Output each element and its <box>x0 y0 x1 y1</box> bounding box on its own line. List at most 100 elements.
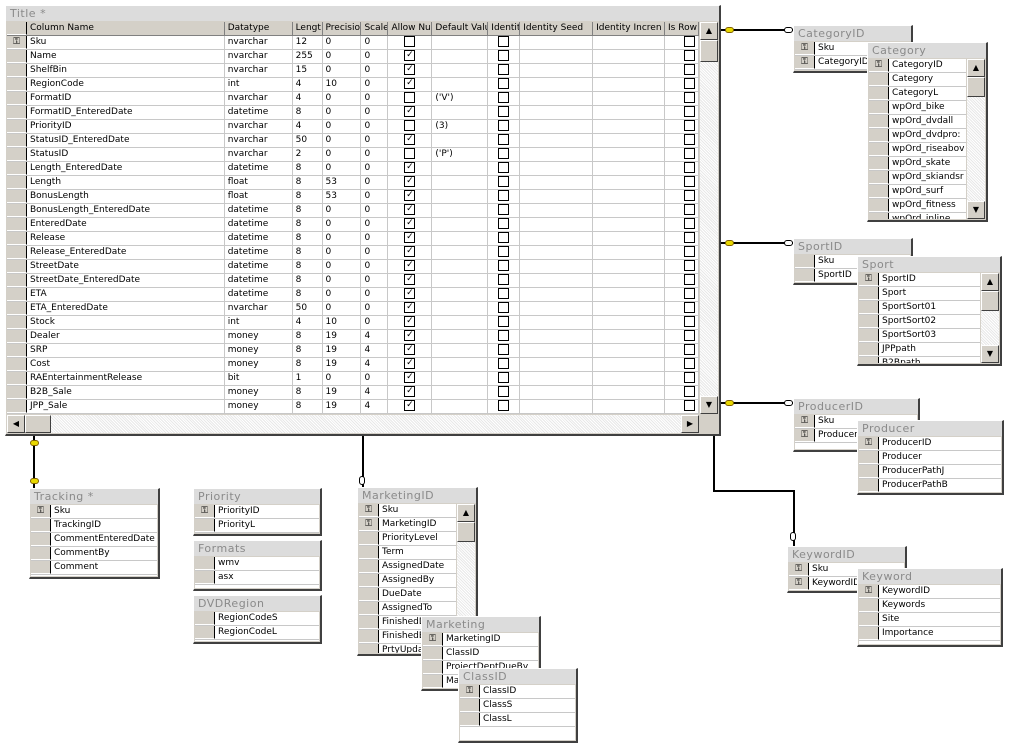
cell-identity[interactable] <box>488 400 521 413</box>
cell-identity-seed[interactable] <box>520 162 594 175</box>
rowguid-checkbox[interactable] <box>684 176 695 187</box>
column-row[interactable]: wpOrd_surf <box>869 185 966 199</box>
cell-precision[interactable]: 19 <box>323 330 362 343</box>
cell-identity-seed[interactable] <box>520 358 594 371</box>
column-name[interactable]: MarketingID <box>443 633 538 646</box>
column-name[interactable]: wpOrd_skiandsr <box>889 171 966 184</box>
table-row[interactable]: Name nvarchar 255 0 0 ✓ <box>7 50 699 64</box>
row-selector[interactable] <box>423 647 443 660</box>
column-name[interactable]: Comment <box>51 561 157 574</box>
scroll-down-button[interactable]: ▼ <box>981 345 999 363</box>
allow-nulls-checkbox[interactable] <box>404 92 416 103</box>
table-classid[interactable]: ClassID ⚿ ClassID ClassS ClassL <box>458 668 578 743</box>
cell-scale[interactable]: 0 <box>361 260 389 273</box>
cell-datatype[interactable]: datetime <box>225 260 293 273</box>
identity-checkbox[interactable] <box>498 218 510 229</box>
cell-default[interactable] <box>432 218 489 231</box>
row-selector[interactable] <box>460 699 480 712</box>
cell-name[interactable]: Cost <box>27 358 225 371</box>
cell-scale[interactable]: 4 <box>361 330 389 343</box>
cell-is-rowguid[interactable] <box>665 218 699 231</box>
cell-scale[interactable]: 4 <box>361 386 389 399</box>
row-selector[interactable]: ⚿ <box>859 437 879 450</box>
column-name[interactable]: wpOrd_bike <box>889 101 966 114</box>
cell-datatype[interactable]: datetime <box>225 162 293 175</box>
column-name[interactable]: PriorityLevel <box>379 532 456 545</box>
cell-allow-nulls[interactable]: ✓ <box>388 218 433 231</box>
cell-allow-nulls[interactable]: ✓ <box>388 386 433 399</box>
cell-precision[interactable]: 0 <box>323 106 362 119</box>
cell-is-rowguid[interactable] <box>665 330 699 343</box>
table-title-header[interactable]: Title * <box>6 6 719 21</box>
allow-nulls-checkbox[interactable]: ✓ <box>404 358 416 369</box>
cell-default[interactable] <box>432 274 489 287</box>
cell-datatype[interactable]: money <box>225 330 293 343</box>
cell-precision[interactable]: 0 <box>323 162 362 175</box>
table-tracking[interactable]: Tracking * ⚿ Sku TrackingID CommentEnteredD… <box>29 488 160 579</box>
row-selector[interactable] <box>869 171 889 184</box>
cell-precision[interactable]: 0 <box>323 64 362 77</box>
cell-identity[interactable] <box>488 106 521 119</box>
allow-nulls-checkbox[interactable]: ✓ <box>404 204 416 215</box>
column-name[interactable]: ClassL <box>480 713 575 726</box>
scroll-up-button[interactable]: ▲ <box>981 273 999 291</box>
cell-default[interactable] <box>432 190 489 203</box>
column-name[interactable]: ClassID <box>443 647 538 660</box>
row-selector[interactable] <box>31 547 51 560</box>
cell-default[interactable] <box>432 246 489 259</box>
row-selector[interactable] <box>7 330 27 343</box>
identity-checkbox[interactable] <box>498 316 510 327</box>
row-selector[interactable]: ⚿ <box>859 273 879 286</box>
cell-default[interactable] <box>432 232 489 245</box>
identity-checkbox[interactable] <box>498 386 510 397</box>
cell-name[interactable]: StatusID <box>27 148 225 161</box>
cell-identity-increment[interactable] <box>593 134 666 147</box>
cell-length[interactable]: 8 <box>293 162 323 175</box>
column-row[interactable]: CommentBy <box>31 547 157 561</box>
cell-precision[interactable]: 0 <box>323 204 362 217</box>
allow-nulls-checkbox[interactable]: ✓ <box>404 316 416 327</box>
cell-identity[interactable] <box>488 204 521 217</box>
cell-scale[interactable]: 0 <box>361 120 389 133</box>
cell-datatype[interactable]: int <box>225 316 293 329</box>
table-row[interactable]: ⚿ Sku nvarchar 12 0 0 <box>7 36 699 50</box>
cell-identity-increment[interactable] <box>593 260 666 273</box>
cell-identity-increment[interactable] <box>593 372 666 385</box>
cell-scale[interactable]: 0 <box>361 162 389 175</box>
table-title[interactable]: CategoryID <box>794 26 911 41</box>
cell-datatype[interactable]: nvarchar <box>225 50 293 63</box>
column-name[interactable]: Importance <box>879 627 1000 640</box>
allow-nulls-checkbox[interactable]: ✓ <box>404 78 416 89</box>
rowguid-checkbox[interactable] <box>684 288 695 299</box>
cell-length[interactable]: 8 <box>293 204 323 217</box>
column-row[interactable]: wpOrd_dvdall <box>869 115 966 129</box>
row-selector[interactable] <box>359 546 379 559</box>
row-selector[interactable] <box>7 260 27 273</box>
cell-identity-seed[interactable] <box>520 78 594 91</box>
row-selector[interactable] <box>859 451 879 464</box>
cell-is-rowguid[interactable] <box>665 134 699 147</box>
row-selector[interactable] <box>795 255 815 268</box>
column-name[interactable]: wpOrd_dvdall <box>889 115 966 128</box>
cell-identity[interactable] <box>488 344 521 357</box>
cell-precision[interactable]: 19 <box>323 400 362 413</box>
cell-is-rowguid[interactable] <box>665 120 699 133</box>
table-title[interactable]: SportID <box>794 239 911 254</box>
cell-identity-increment[interactable] <box>593 316 666 329</box>
cell-precision[interactable]: 0 <box>323 36 362 49</box>
column-header[interactable]: Column Name <box>27 22 225 35</box>
cell-identity-seed[interactable] <box>520 232 594 245</box>
rowguid-checkbox[interactable] <box>684 344 695 355</box>
cell-is-rowguid[interactable] <box>665 274 699 287</box>
column-name[interactable]: ProducerPathJ <box>879 465 1001 478</box>
cell-length[interactable]: 8 <box>293 400 323 413</box>
column-row[interactable]: PriorityL <box>195 519 319 533</box>
row-selector[interactable] <box>869 199 889 212</box>
column-list[interactable]: ⚿ SportID Sport SportSort01 SportSort02 Sport… <box>859 273 980 363</box>
cell-scale[interactable]: 0 <box>361 78 389 91</box>
cell-length[interactable]: 15 <box>293 64 323 77</box>
column-row[interactable]: RegionCodeS <box>195 612 319 626</box>
row-selector[interactable] <box>31 519 51 532</box>
scroll-thumb-h[interactable] <box>25 415 51 433</box>
cell-default[interactable] <box>432 134 489 147</box>
